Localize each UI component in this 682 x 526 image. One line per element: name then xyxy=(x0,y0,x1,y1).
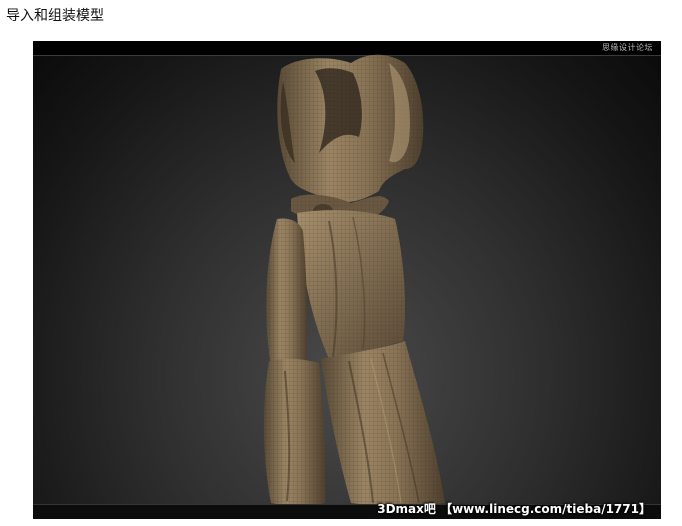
front-drape-shape xyxy=(297,210,405,359)
bodice-shape xyxy=(277,54,424,203)
trousers-shape xyxy=(263,341,445,506)
watermark-text: 3Dmax吧 【www.linecg.com/tieba/1771】 xyxy=(377,502,651,516)
viewport-3d[interactable]: 思缘设计论坛 3Dmax吧 【www.linecg.com/tieba/1771… xyxy=(33,41,661,519)
garment-model-icon xyxy=(263,54,445,506)
section-heading: 导入和组装模型 xyxy=(6,8,104,24)
left-panel-shape xyxy=(266,218,308,373)
